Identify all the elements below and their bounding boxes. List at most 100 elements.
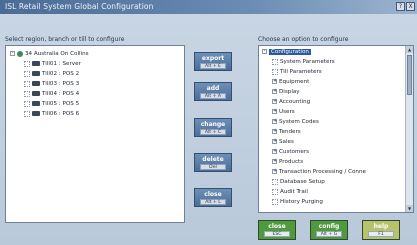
tree-item[interactable]: Till06 : POS 6 [24, 110, 79, 118]
tree-item-label: Till02 : POS 2 [42, 71, 80, 77]
tree-item-label: Till05 : POS 5 [42, 101, 80, 107]
help-bottom-button[interactable]: help F1 [362, 220, 400, 240]
option-item[interactable]: + Customers [272, 148, 309, 156]
collapse-icon[interactable]: - [262, 49, 267, 54]
option-item[interactable]: + Equipment [272, 78, 309, 86]
collapse-icon[interactable]: - [10, 51, 15, 56]
tree-connector [24, 60, 30, 67]
expand-icon[interactable]: + [272, 99, 277, 104]
expand-icon[interactable]: + [272, 159, 277, 164]
option-item-label: Database Setup [280, 179, 325, 185]
expand-icon[interactable]: + [272, 139, 277, 144]
option-item-label: History Purging [280, 199, 323, 205]
option-item[interactable]: Audit Trail [272, 188, 308, 196]
change-button[interactable]: change Alt + C [194, 118, 232, 137]
expand-icon[interactable]: + [272, 149, 277, 154]
close-title-button[interactable]: X [406, 2, 415, 11]
tree-connector [24, 70, 30, 77]
shortcut-hint: F1 [368, 231, 394, 237]
option-item-label: Configuration [269, 49, 311, 55]
option-item-label: System Codes [279, 119, 319, 125]
option-item-label: Sales [279, 139, 294, 145]
shortcut-hint: Alt + C [200, 129, 226, 135]
expand-icon[interactable]: + [272, 89, 277, 94]
option-item[interactable]: + Sales [272, 138, 294, 146]
tree-connector [24, 110, 30, 117]
option-item[interactable]: + Users [272, 108, 295, 116]
option-item-label: System Parameters [280, 59, 335, 65]
button-label: change [200, 121, 226, 128]
close-bottom-button[interactable]: close ESC [258, 220, 296, 240]
option-item[interactable]: + Tenders [272, 128, 301, 136]
help-title-button[interactable]: ? [396, 2, 405, 11]
tree-item[interactable]: Till01 : Server [24, 60, 81, 68]
shortcut-hint: Alt + L [200, 199, 226, 205]
option-item[interactable]: Till Parameters [272, 68, 322, 76]
button-label: delete [202, 156, 224, 163]
option-item-label: Till Parameters [280, 69, 322, 75]
option-item[interactable]: + Accounting [272, 98, 310, 106]
button-label: close [268, 223, 286, 230]
option-item-label: Customers [279, 149, 310, 155]
scroll-up-arrow-icon[interactable]: ▲ [406, 46, 413, 53]
option-item[interactable]: + Transaction Processing / Conne [272, 168, 366, 176]
till-icon [32, 71, 40, 76]
shortcut-hint: Alt + G [316, 231, 342, 237]
tree-connector [272, 58, 278, 65]
scroll-down-arrow-icon[interactable]: ▼ [406, 205, 413, 212]
tree-item[interactable]: Till02 : POS 2 [24, 70, 79, 78]
option-item-label: Accounting [279, 99, 311, 105]
expand-icon[interactable]: + [272, 129, 277, 134]
option-item[interactable]: + Products [272, 158, 303, 166]
till-icon [32, 61, 40, 66]
tree-item[interactable]: Till04 : POS 4 [24, 90, 79, 98]
button-label: add [206, 85, 220, 92]
scroll-thumb[interactable] [407, 55, 412, 95]
option-item-label: Equipment [279, 79, 310, 85]
expand-icon[interactable]: + [272, 119, 277, 124]
tree-connector [24, 80, 30, 87]
option-item[interactable]: System Parameters [272, 58, 335, 66]
option-item-label: Tenders [279, 129, 301, 135]
delete-button[interactable]: delete Del [194, 153, 232, 172]
export-button[interactable]: export Alt + E [194, 52, 232, 71]
tree-item[interactable]: - 34 Australia On Collins [10, 50, 89, 58]
till-icon [32, 111, 40, 116]
tree-connector [272, 188, 278, 195]
button-label: export [201, 55, 225, 62]
tree-connector [24, 100, 30, 107]
config-bottom-button[interactable]: config Alt + G [310, 220, 348, 240]
tree-connector [272, 178, 278, 185]
shortcut-hint: Alt + A [200, 93, 226, 99]
tree-connector [272, 198, 278, 205]
option-tree-scrollbar[interactable]: ▲ ▼ [405, 46, 413, 212]
option-item[interactable]: + System Codes [272, 118, 319, 126]
shortcut-hint: ESC [264, 231, 290, 237]
tree-item[interactable]: Till03 : POS 3 [24, 80, 79, 88]
shortcut-hint: Alt + E [200, 63, 226, 69]
option-item-label: Products [279, 159, 304, 165]
config-window: ISL Retail System Global Configuration ?… [0, 0, 417, 245]
add-button[interactable]: add Alt + A [194, 82, 232, 101]
shortcut-hint: Del [200, 164, 226, 170]
option-item[interactable]: History Purging [272, 198, 323, 206]
till-icon [32, 81, 40, 86]
title-bar[interactable]: ISL Retail System Global Configuration ?… [0, 0, 417, 14]
button-label: help [373, 223, 389, 230]
option-item[interactable]: + Display [272, 88, 300, 96]
expand-icon[interactable]: + [272, 79, 277, 84]
option-item-label: Display [279, 89, 300, 95]
tree-connector [24, 90, 30, 97]
option-item-label: Users [279, 109, 295, 115]
option-tree[interactable]: ▲ ▼ - Configuration System Parameters Till … [258, 45, 414, 213]
option-item[interactable]: Database Setup [272, 178, 325, 186]
button-label: config [318, 223, 340, 230]
expand-icon[interactable]: + [272, 109, 277, 114]
tree-item[interactable]: Till05 : POS 5 [24, 100, 79, 108]
button-label: close [204, 191, 222, 198]
close-button[interactable]: close Alt + L [194, 188, 232, 207]
expand-icon[interactable]: + [272, 169, 277, 174]
option-item[interactable]: - Configuration [262, 48, 311, 56]
store-icon [17, 50, 23, 57]
region-tree[interactable]: - 34 Australia On Collins Till01 : Server T… [5, 45, 185, 223]
